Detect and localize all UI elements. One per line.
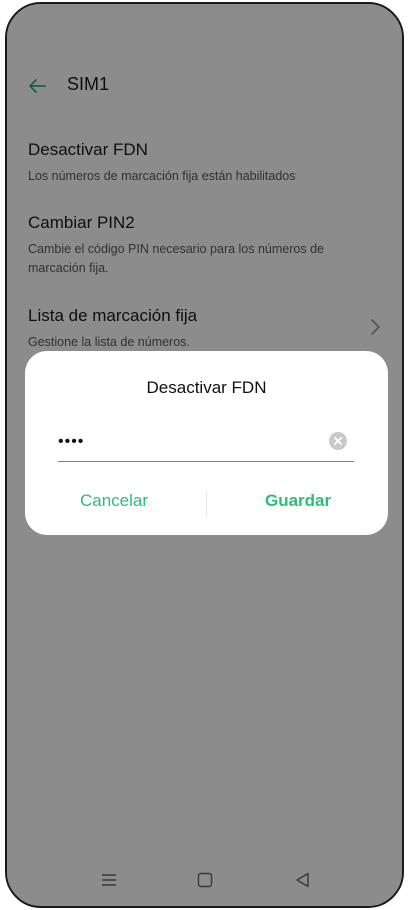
pin2-input[interactable]: [58, 429, 318, 455]
disable-fdn-dialog: Desactivar FDN Cancelar Guardar: [25, 351, 388, 535]
phone: 10:00 SIM1 Desactivar FDN Los números de…: [0, 0, 409, 910]
pin2-field: [58, 425, 354, 462]
button-divider: [206, 492, 207, 516]
phone-frame: 10:00 SIM1 Desactivar FDN Los números de…: [5, 2, 404, 908]
screen: 10:00 SIM1 Desactivar FDN Los números de…: [7, 4, 402, 906]
save-button[interactable]: Guardar: [265, 491, 331, 511]
clear-circle-icon[interactable]: [328, 431, 348, 451]
cancel-button[interactable]: Cancelar: [80, 491, 148, 511]
dialog-title: Desactivar FDN: [146, 378, 267, 397]
